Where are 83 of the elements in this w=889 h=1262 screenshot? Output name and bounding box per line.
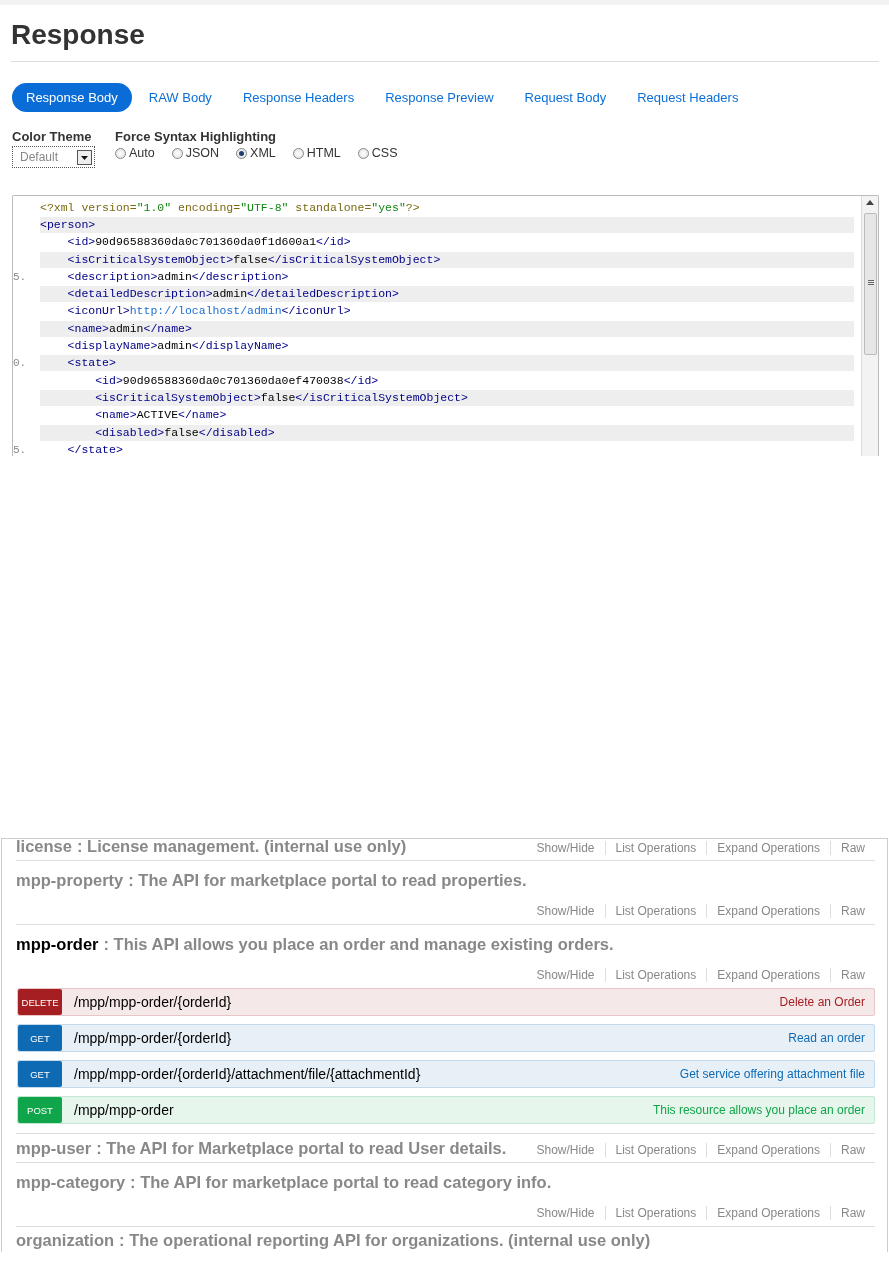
- endpoint-summary: Get service offering attachment file: [679, 1067, 865, 1081]
- operation-link[interactable]: Expand Operations: [706, 841, 830, 855]
- method-badge: DELETE: [18, 989, 62, 1015]
- method-badge: GET: [18, 1061, 62, 1087]
- tab[interactable]: Request Body: [510, 83, 621, 112]
- operation-link[interactable]: Raw: [830, 841, 875, 855]
- endpoint-row[interactable]: GET /mpp/mpp-order/{orderId} Read an order: [17, 1024, 875, 1052]
- radio-label: XML: [250, 146, 276, 160]
- operation-link[interactable]: Expand Operations: [706, 1206, 830, 1220]
- radio-label: Auto: [129, 146, 155, 160]
- operation-link[interactable]: List Operations: [604, 904, 707, 918]
- api-description: : The API for marketplace portal to read category info.: [130, 1173, 552, 1193]
- endpoint-summary: Read an order: [788, 1031, 865, 1045]
- endpoint-row[interactable]: GET /mpp/mpp-order/{orderId}/attachment/file/{attachmentId} Get service offering attachment file: [17, 1060, 875, 1088]
- operation-link[interactable]: Raw: [830, 1143, 875, 1157]
- operation-link[interactable]: Expand Operations: [706, 904, 830, 918]
- api-description: : The API for Marketplace portal to read User details.: [96, 1139, 507, 1158]
- code-line: <id>90d96588360da0c701360da0f1d600a1</id>: [66, 234, 352, 251]
- radio-button[interactable]: [236, 147, 248, 159]
- code-line: <name>ACTIVE</name>: [94, 407, 228, 424]
- operation-link[interactable]: List Operations: [604, 1143, 707, 1157]
- api-description: : The operational reporting API for organizations. (internal use only): [119, 1231, 651, 1250]
- operation-link[interactable]: Raw: [830, 904, 875, 918]
- operation-link[interactable]: Show/Hide: [526, 1143, 605, 1157]
- endpoint-path: /mpp/mpp-order/{orderId}/attachment/file/{attachmentId}: [74, 1066, 422, 1082]
- radio-label: JSON: [185, 146, 220, 160]
- operation-link[interactable]: List Operations: [604, 968, 707, 982]
- scrollbar[interactable]: [861, 196, 878, 456]
- operation-link[interactable]: List Operations: [604, 1206, 707, 1220]
- operation-link[interactable]: Show/Hide: [526, 904, 605, 918]
- operation-link[interactable]: Show/Hide: [526, 1206, 605, 1220]
- api-description: : This API allows you place an order and manage existing orders.: [103, 935, 614, 955]
- tab[interactable]: RAW Body: [134, 83, 226, 112]
- tab[interactable]: Request Headers: [623, 83, 753, 112]
- line-number: 5.: [13, 443, 28, 456]
- api-name[interactable]: mpp-user: [16, 1139, 92, 1158]
- radio-button[interactable]: [292, 147, 304, 159]
- code-line: <id>90d96588360da0c701360da0ef470038</id>: [94, 372, 380, 389]
- api-description: : License management. (internal use only): [76, 837, 407, 856]
- operation-link[interactable]: List Operations: [604, 841, 707, 855]
- radio-button[interactable]: [357, 147, 369, 159]
- syntax-label: Force Syntax Highlighting: [115, 129, 278, 144]
- endpoint-row[interactable]: POST /mpp/mpp-order This resource allows you place an order: [17, 1096, 875, 1124]
- scroll-up-icon[interactable]: [866, 200, 874, 205]
- endpoint-row[interactable]: DELETE /mpp/mpp-order/{orderId} Delete an Order: [17, 988, 875, 1016]
- radio-label: CSS: [371, 146, 398, 160]
- operation-link[interactable]: Expand Operations: [706, 968, 830, 982]
- api-name[interactable]: license: [16, 837, 72, 856]
- api-name[interactable]: organization: [16, 1231, 115, 1250]
- code-line: </state>: [66, 441, 124, 456]
- panel-title: Response: [11, 18, 145, 52]
- radio-button[interactable]: [171, 147, 183, 159]
- grip-icon: [868, 280, 874, 285]
- api-name[interactable]: mpp-category: [16, 1173, 126, 1199]
- operation-link[interactable]: Show/Hide: [526, 968, 605, 982]
- code-line: <displayName>admin</displayName>: [66, 338, 290, 354]
- code-line: <description>admin</description>: [66, 268, 290, 285]
- endpoint-path: /mpp/mpp-order/{orderId}: [74, 1030, 233, 1046]
- radio-label: HTML: [306, 146, 341, 160]
- radio-button[interactable]: [115, 147, 126, 159]
- endpoint-path: /mpp/mpp-order: [74, 1102, 175, 1118]
- code-line: <?xml version="1.0" encoding="UTF-8" standalone="yes"?>: [40, 199, 421, 216]
- operation-link[interactable]: Show/Hide: [526, 841, 605, 855]
- api-name[interactable]: mpp-property: [16, 871, 124, 897]
- endpoint-summary: This resource allows you place an order: [652, 1103, 865, 1117]
- dropdown-value: Default: [20, 150, 59, 164]
- color-theme-dropdown[interactable]: Default: [12, 146, 95, 168]
- line-number: 5.: [13, 270, 28, 283]
- line-number: 0.: [13, 357, 28, 370]
- operation-link[interactable]: Raw: [830, 968, 875, 982]
- operation-link[interactable]: Raw: [830, 1206, 875, 1220]
- endpoint-path: /mpp/mpp-order/{orderId}: [74, 994, 233, 1010]
- color-theme-label: Color Theme: [12, 129, 93, 144]
- api-description: : The API for marketplace portal to read properties.: [128, 871, 527, 891]
- endpoint-summary: Delete an Order: [779, 995, 865, 1009]
- tab[interactable]: Response Body: [12, 83, 132, 112]
- tab[interactable]: Response Headers: [228, 83, 369, 112]
- tab[interactable]: Response Preview: [371, 83, 508, 112]
- method-badge: POST: [18, 1097, 62, 1123]
- code-line: <iconUrl>http://localhost/admin</iconUrl>: [66, 303, 352, 320]
- method-badge: GET: [18, 1025, 62, 1051]
- operation-link[interactable]: Expand Operations: [706, 1143, 830, 1157]
- api-name[interactable]: mpp-order: [16, 935, 99, 961]
